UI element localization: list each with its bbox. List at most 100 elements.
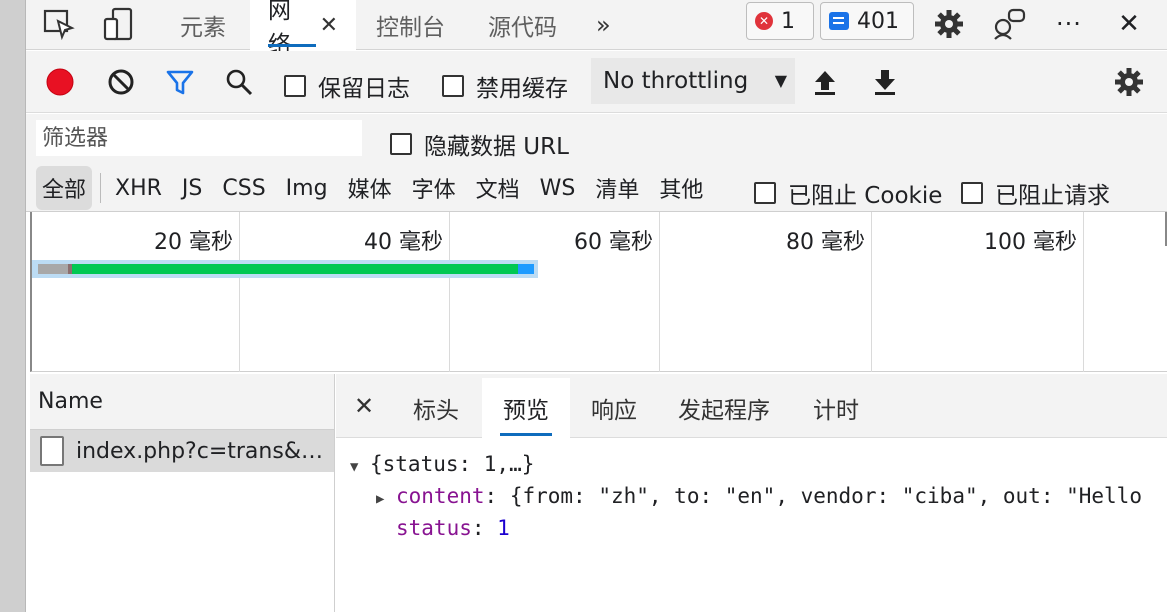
search-icon[interactable] <box>222 65 256 99</box>
inspect-element-icon[interactable] <box>40 6 78 42</box>
blocked-cookies-checkbox[interactable]: 已阻止 Cookie <box>754 176 942 210</box>
waterfall-download <box>518 264 534 274</box>
json-value: 1 <box>497 516 510 540</box>
disable-cache-checkbox[interactable]: 禁用缓存 <box>442 69 568 103</box>
import-har-icon[interactable] <box>808 65 842 99</box>
tab-preview-label: 预览 <box>503 398 549 424</box>
request-details-panel: ✕ 标头 预览 响应 发起程序 计时 ▼ {status: 1,…} ▶ conte… <box>336 374 1167 612</box>
settings-gear-icon[interactable] <box>930 6 968 42</box>
type-filter-xhr[interactable]: XHR <box>105 166 172 210</box>
filter-funnel-icon[interactable] <box>163 65 197 99</box>
checkbox-box <box>754 182 776 204</box>
hide-data-urls-checkbox[interactable]: 隐藏数据 URL <box>390 127 569 161</box>
checkbox-box <box>442 75 464 97</box>
type-filter-all[interactable]: 全部 <box>36 166 93 210</box>
tab-timing[interactable]: 计时 <box>796 378 876 438</box>
json-key: status <box>396 516 472 540</box>
json-root-node[interactable]: ▼ {status: 1,…} <box>350 452 534 476</box>
tab-elements[interactable]: 元素 <box>166 0 240 50</box>
preserve-log-label: 保留日志 <box>318 76 410 102</box>
type-filter-media[interactable]: 媒体 <box>338 166 402 210</box>
requests-panel: Name index.php?c=trans&… <box>30 374 335 612</box>
network-settings-gear-icon[interactable] <box>1112 65 1146 99</box>
tick-label: 20 毫秒 <box>154 230 233 255</box>
type-filter-ws[interactable]: WS <box>530 166 586 210</box>
more-options-icon[interactable]: ··· <box>1050 6 1088 42</box>
tab-preview[interactable]: 预览 <box>482 378 570 438</box>
json-content-node[interactable]: ▶ content: {from: "zh", to: "en", vendor:… <box>376 484 1142 508</box>
tab-headers[interactable]: 标头 <box>396 378 476 438</box>
type-filter-img[interactable]: Img <box>276 166 338 210</box>
blocked-requests-checkbox[interactable]: 已阻止请求 <box>961 176 1110 210</box>
active-tab-indicator <box>500 433 552 436</box>
devtools-tabbar: 元素 网络 ✕ 控制台 源代码 » ✕ 1 401 ··· ✕ <box>26 0 1167 58</box>
throttling-select[interactable]: No throttling ▼ <box>591 58 795 104</box>
tab-timing-label: 计时 <box>813 398 859 424</box>
blocked-requests-label: 已阻止请求 <box>995 183 1110 209</box>
name-column-header[interactable]: Name <box>30 374 334 430</box>
name-column-label: Name <box>38 389 103 414</box>
tab-response-label: 响应 <box>591 398 637 424</box>
json-key: content <box>396 484 485 508</box>
divider <box>100 173 102 203</box>
feedback-icon[interactable] <box>990 6 1028 42</box>
timeline-tick: 20 毫秒 <box>32 212 240 372</box>
messages-badge[interactable]: 401 <box>820 2 914 40</box>
close-tab-icon[interactable]: ✕ <box>320 13 338 38</box>
disable-cache-label: 禁用缓存 <box>476 76 568 102</box>
tab-network[interactable]: 网络 ✕ <box>250 0 356 58</box>
type-filter-other[interactable]: 其他 <box>649 166 713 210</box>
details-tabbar: ✕ 标头 预览 响应 发起程序 计时 <box>336 374 1167 438</box>
filter-bar: 隐藏数据 URL 全部 XHR JS CSS Img 媒体 字体 文档 WS 清… <box>26 114 1167 212</box>
type-filter-font[interactable]: 字体 <box>402 166 466 210</box>
timeline-tick: 80 毫秒 <box>660 212 872 372</box>
timeline-tick: 40 毫秒 <box>240 212 450 372</box>
throttling-value: No throttling <box>603 68 749 94</box>
request-name: index.php?c=trans&… <box>76 438 323 464</box>
tick-label: 60 毫秒 <box>574 230 653 255</box>
expanded-triangle-icon: ▼ <box>350 459 359 475</box>
timeline-tick: 60 毫秒 <box>450 212 660 372</box>
clear-icon[interactable] <box>104 65 138 99</box>
close-details-icon[interactable]: ✕ <box>354 392 374 420</box>
tick-label: 80 毫秒 <box>786 230 865 255</box>
request-row[interactable]: index.php?c=trans&… <box>30 430 334 472</box>
json-colon: : <box>471 516 498 540</box>
preserve-log-checkbox[interactable]: 保留日志 <box>284 69 410 103</box>
checkbox-box <box>961 182 983 204</box>
json-summary: {status: 1,…} <box>370 452 535 476</box>
messages-count: 401 <box>857 8 899 34</box>
close-devtools-icon[interactable]: ✕ <box>1110 6 1148 42</box>
tab-headers-label: 标头 <box>413 398 459 424</box>
waterfall-queueing <box>38 264 68 274</box>
type-filter-manifest[interactable]: 清单 <box>585 166 649 210</box>
tab-console[interactable]: 控制台 <box>362 0 459 50</box>
message-icon <box>829 12 849 30</box>
type-filter-js[interactable]: JS <box>172 166 212 210</box>
timeline-tick: 100 毫秒 <box>872 212 1084 372</box>
timeline-overview[interactable]: 20 毫秒 40 毫秒 60 毫秒 80 毫秒 100 毫秒 <box>30 212 1167 372</box>
type-filter-css[interactable]: CSS <box>212 166 275 210</box>
checkbox-box <box>284 75 306 97</box>
tab-initiator[interactable]: 发起程序 <box>662 378 786 438</box>
device-emulation-icon[interactable] <box>100 6 138 42</box>
tab-initiator-label: 发起程序 <box>678 398 770 424</box>
errors-badge[interactable]: ✕ 1 <box>746 2 814 40</box>
export-har-icon[interactable] <box>868 65 902 99</box>
active-tab-indicator <box>268 44 316 47</box>
json-value: {from: "zh", to: "en", vendor: "ciba", o… <box>509 484 1142 508</box>
dropdown-caret-icon: ▼ <box>774 71 787 90</box>
tab-response[interactable]: 响应 <box>574 378 654 438</box>
record-icon[interactable] <box>43 65 77 99</box>
type-filter-doc[interactable]: 文档 <box>466 166 530 210</box>
tab-elements-label: 元素 <box>180 15 226 41</box>
filter-input[interactable] <box>36 120 362 156</box>
more-tabs-chevron-icon[interactable]: » <box>586 0 621 50</box>
tab-sources[interactable]: 源代码 <box>474 0 571 50</box>
tab-sources-label: 源代码 <box>488 15 557 41</box>
tick-label: 100 毫秒 <box>984 230 1077 255</box>
request-waterfall-bar[interactable] <box>32 260 538 278</box>
errors-count: 1 <box>781 8 795 34</box>
window-edge <box>0 0 26 612</box>
collapsed-triangle-icon: ▶ <box>376 491 385 507</box>
